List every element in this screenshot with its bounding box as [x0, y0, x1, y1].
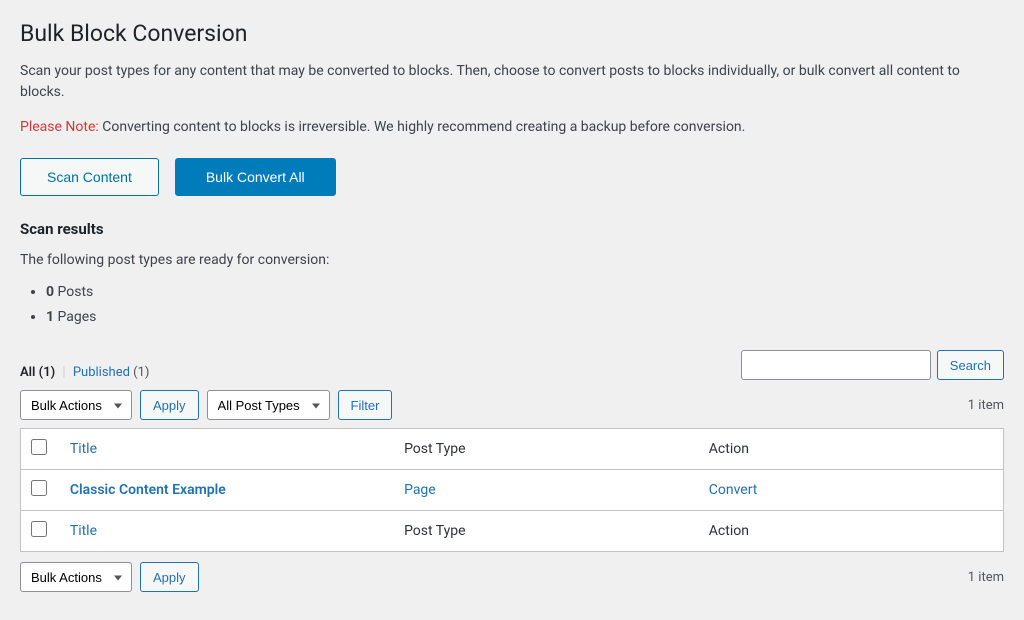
tablenav-top-left: Bulk Actions Apply All Post Types Filter: [20, 390, 392, 420]
search-box: Search: [741, 350, 1004, 380]
row-action-link[interactable]: Convert: [709, 482, 758, 498]
filter-all-label: All: [20, 365, 35, 380]
bulk-actions-select-bottom[interactable]: Bulk Actions: [20, 562, 132, 592]
primary-button-row: Scan Content Bulk Convert All: [20, 158, 1004, 196]
column-action-header: Action: [699, 429, 1004, 470]
post-types-select[interactable]: All Post Types: [207, 390, 330, 420]
search-input[interactable]: [741, 350, 931, 380]
warning-body: Converting content to blocks is irrevers…: [99, 119, 746, 135]
select-all-checkbox-bottom[interactable]: [31, 521, 47, 537]
row-posttype-link[interactable]: Page: [404, 482, 436, 498]
bulk-convert-all-button[interactable]: Bulk Convert All: [175, 158, 336, 196]
row-action-cell: Convert: [699, 470, 1004, 511]
table-header-row: Title Post Type Action: [21, 429, 1004, 470]
column-action-footer: Action: [699, 511, 1004, 552]
bulk-actions-select-wrap-bottom: Bulk Actions: [20, 562, 132, 592]
column-title-footer[interactable]: Title: [60, 511, 394, 552]
subsub-search-row: All (1) | Published (1) Search: [20, 350, 1004, 380]
row-title-link[interactable]: Classic Content Example: [70, 482, 226, 498]
select-all-header: [21, 429, 60, 470]
filter-all-count: (1): [39, 365, 56, 380]
posts-label: Posts: [54, 284, 93, 300]
filter-separator: |: [62, 365, 65, 380]
intro-text: Scan your post types for any content tha…: [20, 61, 1004, 103]
column-title-header[interactable]: Title: [60, 429, 394, 470]
tablenav-bottom-left: Bulk Actions Apply: [20, 562, 199, 592]
row-check-cell: [21, 470, 60, 511]
ready-list-item-pages: 1 Pages: [46, 305, 1004, 330]
filter-published-link[interactable]: Published: [73, 365, 133, 380]
filter-button[interactable]: Filter: [338, 390, 393, 420]
row-title-cell: Classic Content Example: [60, 470, 394, 511]
post-types-select-wrap: All Post Types: [207, 390, 330, 420]
ready-text: The following post types are ready for c…: [20, 252, 1004, 268]
warning-label: Please Note:: [20, 119, 99, 135]
page-title: Bulk Block Conversion: [20, 20, 1004, 47]
table-row: Classic Content Example Page Convert: [21, 470, 1004, 511]
filter-published-label: Published: [73, 365, 130, 380]
results-table: Title Post Type Action Classic Content E…: [20, 428, 1004, 552]
bulk-actions-select[interactable]: Bulk Actions: [20, 390, 132, 420]
apply-button-bottom[interactable]: Apply: [140, 562, 199, 592]
select-all-footer: [21, 511, 60, 552]
bulk-actions-select-wrap: Bulk Actions: [20, 390, 132, 420]
apply-button-top[interactable]: Apply: [140, 390, 199, 420]
search-button[interactable]: Search: [937, 350, 1004, 380]
item-count-top: 1 item: [968, 398, 1004, 413]
row-checkbox[interactable]: [31, 480, 47, 496]
column-posttype-header: Post Type: [394, 429, 699, 470]
tablenav-top: Bulk Actions Apply All Post Types Filter…: [20, 390, 1004, 420]
select-all-checkbox-top[interactable]: [31, 439, 47, 455]
row-posttype-cell: Page: [394, 470, 699, 511]
pages-count: 1: [46, 309, 54, 325]
column-posttype-footer: Post Type: [394, 511, 699, 552]
pages-label: Pages: [54, 309, 96, 325]
ready-list: 0 Posts 1 Pages: [20, 280, 1004, 330]
item-count-bottom: 1 item: [968, 570, 1004, 585]
tablenav-bottom: Bulk Actions Apply 1 item: [20, 562, 1004, 592]
posts-count: 0: [46, 284, 54, 300]
table-footer-row: Title Post Type Action: [21, 511, 1004, 552]
warning-text: Please Note: Converting content to block…: [20, 117, 1004, 138]
scan-results-heading: Scan results: [20, 220, 1004, 238]
ready-list-item-posts: 0 Posts: [46, 280, 1004, 305]
filter-published-count: (1): [133, 365, 149, 380]
status-filter-links: All (1) | Published (1): [20, 365, 149, 380]
filter-all-link[interactable]: All (1): [20, 365, 58, 380]
scan-content-button[interactable]: Scan Content: [20, 158, 159, 196]
